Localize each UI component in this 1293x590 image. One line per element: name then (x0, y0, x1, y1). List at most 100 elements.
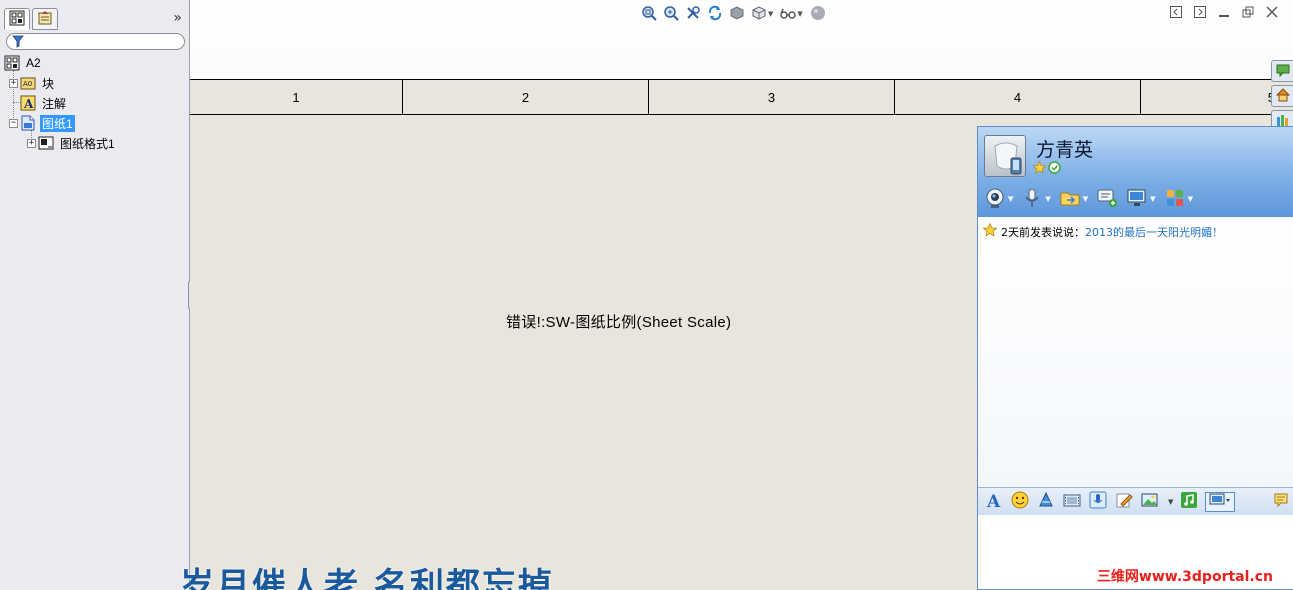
send-file-button[interactable]: ▼ (1059, 187, 1088, 212)
chevron-down-icon[interactable]: ▼ (1150, 195, 1155, 203)
comment-icon (1276, 63, 1290, 80)
zoom-to-area-icon (663, 5, 679, 24)
glasses-icon (779, 5, 797, 24)
tree-item-sheet[interactable]: − 图纸1 (9, 114, 75, 132)
status-link[interactable]: 2013的最后一天阳光明媚！ (1085, 224, 1223, 240)
previous-view-button[interactable] (684, 5, 702, 23)
video-caption: 岁月催人老 名利都忘掉 (180, 566, 554, 590)
tree-filter-input[interactable] (6, 33, 185, 50)
sphere-icon (810, 5, 826, 24)
tree-item-label: 图纸格式1 (60, 136, 115, 151)
zone-label: 3 (649, 80, 895, 114)
image-icon (1141, 491, 1159, 512)
heads-up-toolbar: ▼ ▼ (640, 5, 827, 23)
svg-text:A0: A0 (23, 80, 32, 88)
minimize-icon (1218, 6, 1230, 21)
contact-badges (1032, 160, 1061, 177)
voice-message-button[interactable] (1088, 491, 1108, 512)
chevron-down-icon[interactable]: ▼ (1083, 195, 1088, 203)
annotation-icon: A (20, 95, 36, 111)
site-watermark: 三维网www.3dportal.cn (1096, 569, 1273, 585)
chat-header: 方青英 ▼ ▼ ▼ ▼ ▼ (978, 127, 1293, 217)
tree-item-annotation[interactable]: A 注解 (20, 94, 68, 112)
remote-desktop-button[interactable]: ▼ (1126, 187, 1156, 212)
tree-item-sheet-format[interactable]: + 图纸格式1 (27, 134, 117, 152)
webcam-icon (984, 187, 1006, 212)
pencil-icon (1115, 491, 1133, 512)
view-orientation-button[interactable] (750, 5, 768, 23)
feature-tree-tab[interactable] (4, 8, 30, 30)
screenshot-button[interactable] (1205, 491, 1236, 512)
document-window-controls (1169, 5, 1279, 21)
collapse-toggle[interactable]: − (9, 118, 18, 128)
feature-tree-icon (9, 10, 25, 29)
send-image-button[interactable] (1140, 492, 1160, 512)
tree-item-label: 块 (42, 76, 55, 91)
shake-window-button[interactable] (1036, 491, 1056, 512)
music-icon (1180, 491, 1198, 512)
rebuild-icon (707, 5, 723, 24)
zoom-to-fit-icon (641, 5, 657, 24)
chevron-down-icon[interactable]: ▼ (768, 10, 773, 18)
panel-tab-strip: » (4, 8, 188, 32)
folder-icon (1059, 187, 1081, 212)
apps-grid-icon (1164, 187, 1186, 212)
chevron-down-icon[interactable]: ▼ (797, 10, 802, 18)
tile-left-button[interactable] (1169, 5, 1183, 20)
display-style-button[interactable] (728, 5, 746, 23)
rebuild-button[interactable] (706, 5, 724, 23)
close-button[interactable] (1265, 5, 1279, 21)
font-icon: A (985, 491, 1003, 512)
feature-manager-panel: » A2 + A0 块 A 注解 − 图纸1 + 图纸格式1 (0, 0, 190, 590)
zone-label: 4 (895, 80, 1141, 114)
chevron-down-icon[interactable]: ▼ (1008, 195, 1013, 203)
restore-button[interactable] (1241, 6, 1255, 20)
panel-expand-button[interactable]: » (173, 10, 182, 26)
voice-call-button[interactable]: ▼ (1021, 187, 1051, 212)
zone-label: 2 (403, 80, 649, 114)
apps-button[interactable]: ▼ (1164, 187, 1193, 212)
font-button[interactable]: A (984, 492, 1004, 512)
sheet-icon (20, 115, 36, 131)
star-icon (1032, 160, 1047, 177)
hide-show-items-button[interactable] (779, 5, 797, 23)
tree-root[interactable]: A2 (4, 54, 43, 72)
message-history-button[interactable] (1272, 492, 1292, 512)
svg-text:A: A (986, 492, 1001, 509)
screen-recording-button[interactable] (1062, 492, 1082, 512)
tile-right-button[interactable] (1193, 5, 1207, 20)
screenshot-icon (1209, 492, 1231, 511)
smiley-icon (1011, 491, 1029, 512)
svg-text:A: A (23, 97, 34, 111)
expand-toggle[interactable]: + (9, 78, 18, 88)
chevron-down-icon[interactable]: ▼ (1045, 195, 1050, 203)
task-pane-home-tab[interactable] (1271, 85, 1293, 107)
chat-message-area[interactable]: 2天前发表说说： 2013的最后一天阳光明媚！ (978, 217, 1293, 487)
qzone-icon (1048, 161, 1061, 177)
music-button[interactable] (1179, 492, 1199, 512)
property-manager-tab[interactable] (32, 8, 58, 30)
restore-icon (1242, 6, 1254, 21)
zoom-to-fit-button[interactable] (640, 5, 658, 23)
graffiti-button[interactable] (1114, 492, 1134, 512)
minimize-button[interactable] (1217, 6, 1231, 20)
create-group-button[interactable] (1096, 187, 1118, 212)
home-icon (1275, 87, 1290, 105)
expand-toggle[interactable]: + (27, 138, 36, 148)
zoom-to-area-button[interactable] (662, 5, 680, 23)
tree-root-label: A2 (26, 56, 41, 70)
appearance-button[interactable] (809, 5, 827, 23)
chevron-down-icon[interactable]: ▼ (1168, 498, 1173, 506)
video-call-button[interactable]: ▼ (984, 187, 1013, 212)
shake-icon (1037, 491, 1055, 512)
cube-icon (751, 5, 767, 24)
contact-name: 方青英 (1036, 139, 1094, 161)
close-icon (1266, 5, 1278, 21)
history-icon (1274, 492, 1290, 511)
avatar[interactable] (984, 135, 1026, 177)
emoji-button[interactable] (1010, 491, 1030, 512)
chevron-down-icon[interactable]: ▼ (1188, 195, 1193, 203)
task-pane-resources-tab[interactable] (1271, 60, 1293, 82)
status-prefix: 2天前发表说说： (1001, 225, 1085, 239)
tree-item-block[interactable]: + A0 块 (9, 74, 56, 92)
